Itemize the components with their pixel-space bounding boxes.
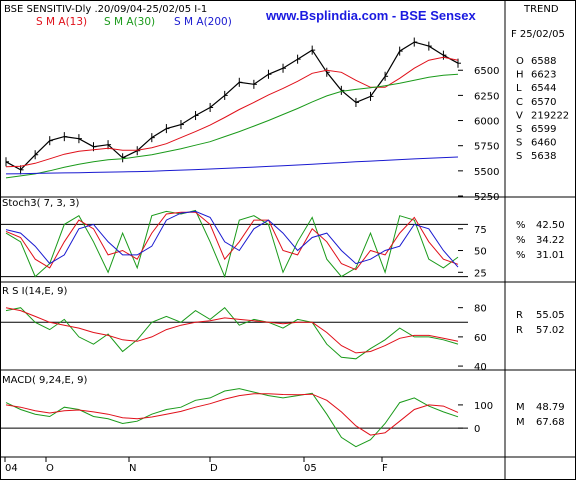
x-tick-label: O: [46, 463, 54, 474]
indicator-key: R: [516, 310, 523, 321]
info-value: 6588: [531, 56, 556, 67]
indicator-key: M: [516, 417, 525, 428]
chart-title: BSE SENSITIV-Dly .20/09/04-25/02/05 I-1: [4, 4, 207, 15]
indicator-key: %: [516, 220, 526, 231]
stoch-readings: % 42.50% 34.22% 31.01: [516, 220, 565, 261]
indicator-key: %: [516, 250, 526, 261]
trend-label: TREND: [523, 4, 559, 15]
info-value: 6544: [531, 83, 556, 94]
y-tick-label: 5500: [474, 167, 499, 178]
indicator-key: M: [516, 402, 525, 413]
y-tick-label: 5750: [474, 142, 499, 153]
y-tick-label: 50: [474, 247, 487, 258]
y-tick-label: 75: [474, 225, 487, 236]
macd-label: MACD( 9,24,E, 9): [2, 375, 88, 386]
indicator-key: R: [516, 325, 523, 336]
info-key: L: [516, 83, 522, 94]
rsi-label: R S I(14,E, 9): [2, 286, 67, 297]
x-tick-label: N: [129, 463, 136, 474]
y-tick-label: 6500: [474, 66, 499, 77]
y-tick-label: 5250: [474, 192, 499, 203]
y-tick-label: 25: [474, 268, 487, 279]
info-key: S: [516, 138, 522, 149]
info-value: 6623: [531, 70, 556, 81]
indicator-key: %: [516, 235, 526, 246]
y-tick-label: 100: [474, 401, 493, 412]
info-value: 6460: [531, 138, 556, 149]
sma200-legend: S M A(200): [174, 16, 232, 28]
x-tick-label: D: [210, 463, 218, 474]
indicator-value: 57.02: [536, 325, 565, 336]
indicator-value: 67.68: [536, 417, 565, 428]
sma13-legend: S M A(13): [36, 16, 87, 28]
site-banner: www.Bsplindia.com - BSE Sensex: [265, 8, 477, 23]
x-tick-label: 05: [304, 463, 317, 474]
info-key: C: [516, 97, 523, 108]
info-key: H: [516, 70, 524, 81]
indicator-value: 34.22: [536, 235, 565, 246]
info-value: 219222: [531, 110, 569, 121]
y-tick-label: 0: [474, 424, 480, 435]
info-value: 6570: [531, 97, 556, 108]
x-tick-label: F: [382, 463, 388, 474]
sma30-legend: S M A(30): [104, 16, 155, 28]
x-tick-label: 04: [5, 463, 18, 474]
info-key: V: [516, 110, 523, 121]
indicator-value: 55.05: [536, 310, 565, 321]
y-tick-label: 6250: [474, 91, 499, 102]
stoch-label: Stoch3( 7, 3, 3): [2, 198, 79, 209]
info-key: O: [516, 56, 524, 67]
y-tick-label: 80: [474, 304, 487, 315]
indicator-value: 31.01: [536, 250, 565, 261]
sensex-technical-chart: BSE SENSITIV-Dly .20/09/04-25/02/05 I-1 …: [0, 0, 576, 480]
y-tick-label: 40: [474, 362, 487, 373]
info-date: F 25/02/05: [511, 29, 565, 40]
info-key: S: [516, 124, 522, 135]
indicator-value: 48.79: [536, 402, 565, 413]
info-value: 6599: [531, 124, 556, 135]
indicator-value: 42.50: [536, 220, 565, 231]
info-key: S: [516, 151, 522, 162]
y-tick-label: 60: [474, 333, 487, 344]
info-value: 5638: [531, 151, 556, 162]
y-tick-label: 6000: [474, 117, 499, 128]
